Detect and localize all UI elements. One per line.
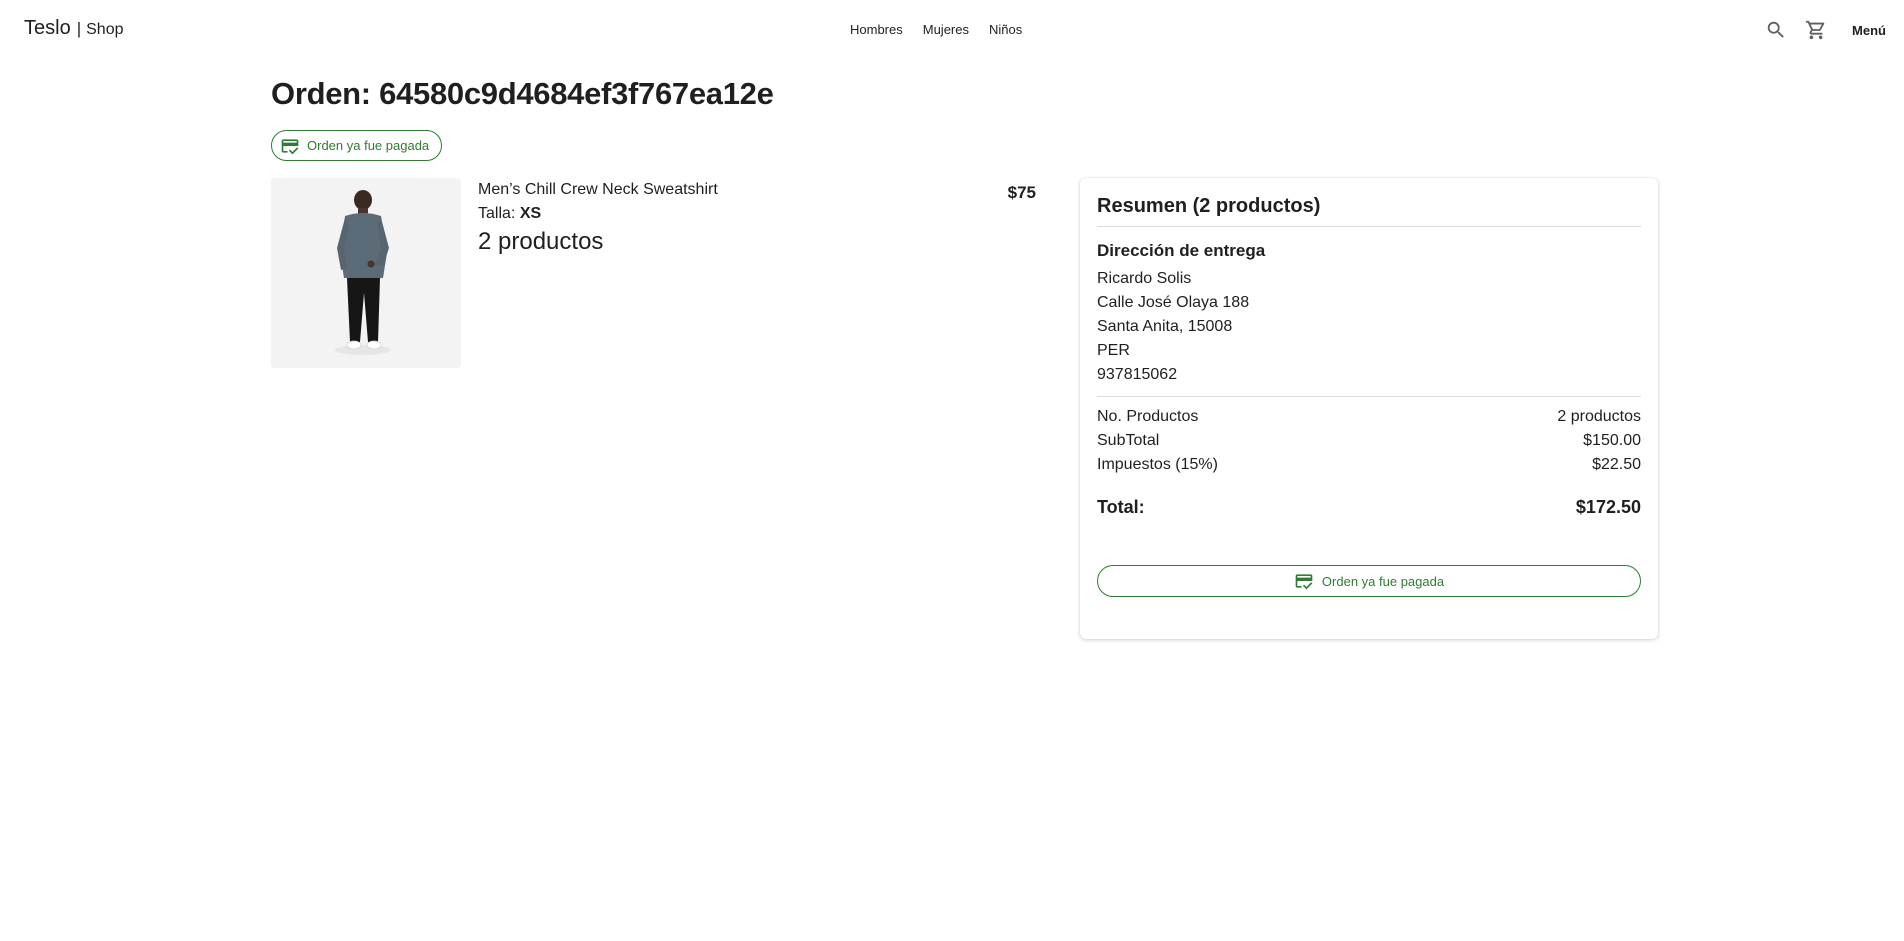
brand-separator: | xyxy=(76,19,82,38)
summary-row-products: No. Productos 2 productos xyxy=(1097,408,1641,426)
order-status-chip[interactable]: Orden ya fue pagada xyxy=(271,130,443,161)
summary-row-total: Total: $172.50 xyxy=(1097,497,1641,518)
product-quantity: 2 productos xyxy=(478,228,604,255)
category-nav: Hombres Mujeres Niños xyxy=(840,20,1032,39)
nav-link-ninos[interactable]: Niños xyxy=(979,20,1032,39)
navbar: Teslo | Shop Hombres Mujeres Niños Menú xyxy=(0,0,1904,60)
summary-row-value: 2 productos xyxy=(1557,408,1641,425)
address-name: Ricardo Solis xyxy=(1097,270,1192,287)
nav-actions: Menú xyxy=(1750,16,1886,44)
page-title: Orden: 64580c9d4684ef3f767ea12e xyxy=(271,76,774,111)
brand-link[interactable]: Teslo | Shop xyxy=(24,17,124,40)
brand-sub: Shop xyxy=(86,21,124,38)
address-city: Santa Anita, 15008 xyxy=(1097,318,1233,335)
order-paid-button-label: Orden ya fue pagada xyxy=(1321,573,1445,589)
nav-link-mujeres[interactable]: Mujeres xyxy=(913,20,979,39)
search-icon[interactable] xyxy=(1762,16,1790,44)
product-item: Men’s Chill Crew Neck Sweatshirt Talla: … xyxy=(271,178,1036,368)
address-phone: 937815062 xyxy=(1097,366,1178,383)
summary-row-value: $22.50 xyxy=(1592,456,1641,473)
product-image[interactable] xyxy=(271,178,461,368)
product-size-value: XS xyxy=(519,205,542,222)
order-summary-card: Resumen (2 productos) Dirección de entre… xyxy=(1080,178,1658,639)
cart-icon[interactable] xyxy=(1802,16,1830,44)
total-value: $172.50 xyxy=(1575,497,1641,517)
brand-name: Teslo xyxy=(24,17,71,39)
menu-button[interactable]: Menú xyxy=(1852,23,1886,38)
credit-score-icon xyxy=(281,138,299,154)
address-country: PER xyxy=(1097,342,1130,359)
credit-score-icon xyxy=(1295,574,1313,590)
order-paid-button[interactable]: Orden ya fue pagada xyxy=(1097,565,1641,597)
summary-row-label: SubTotal xyxy=(1097,432,1160,449)
summary-divider xyxy=(1097,396,1641,397)
summary-row-label: Impuestos (15%) xyxy=(1097,456,1218,473)
order-status-chip-label: Orden ya fue pagada xyxy=(307,138,430,153)
address-title: Dirección de entrega xyxy=(1097,241,1266,260)
summary-row-value: $150.00 xyxy=(1583,432,1641,449)
product-price: $75 xyxy=(1007,183,1036,202)
summary-row-label: No. Productos xyxy=(1097,408,1199,425)
summary-title: Resumen (2 productos) xyxy=(1097,195,1321,217)
nav-link-hombres[interactable]: Hombres xyxy=(840,20,913,39)
product-size: Talla: XS xyxy=(478,205,541,223)
product-name[interactable]: Men’s Chill Crew Neck Sweatshirt xyxy=(478,181,718,199)
summary-row-subtotal: SubTotal $150.00 xyxy=(1097,432,1641,450)
total-label: Total: xyxy=(1097,497,1145,517)
summary-divider xyxy=(1097,226,1641,227)
address-street: Calle José Olaya 188 xyxy=(1097,294,1250,311)
product-size-label: Talla: xyxy=(478,205,516,222)
summary-row-taxes: Impuestos (15%) $22.50 xyxy=(1097,456,1641,474)
